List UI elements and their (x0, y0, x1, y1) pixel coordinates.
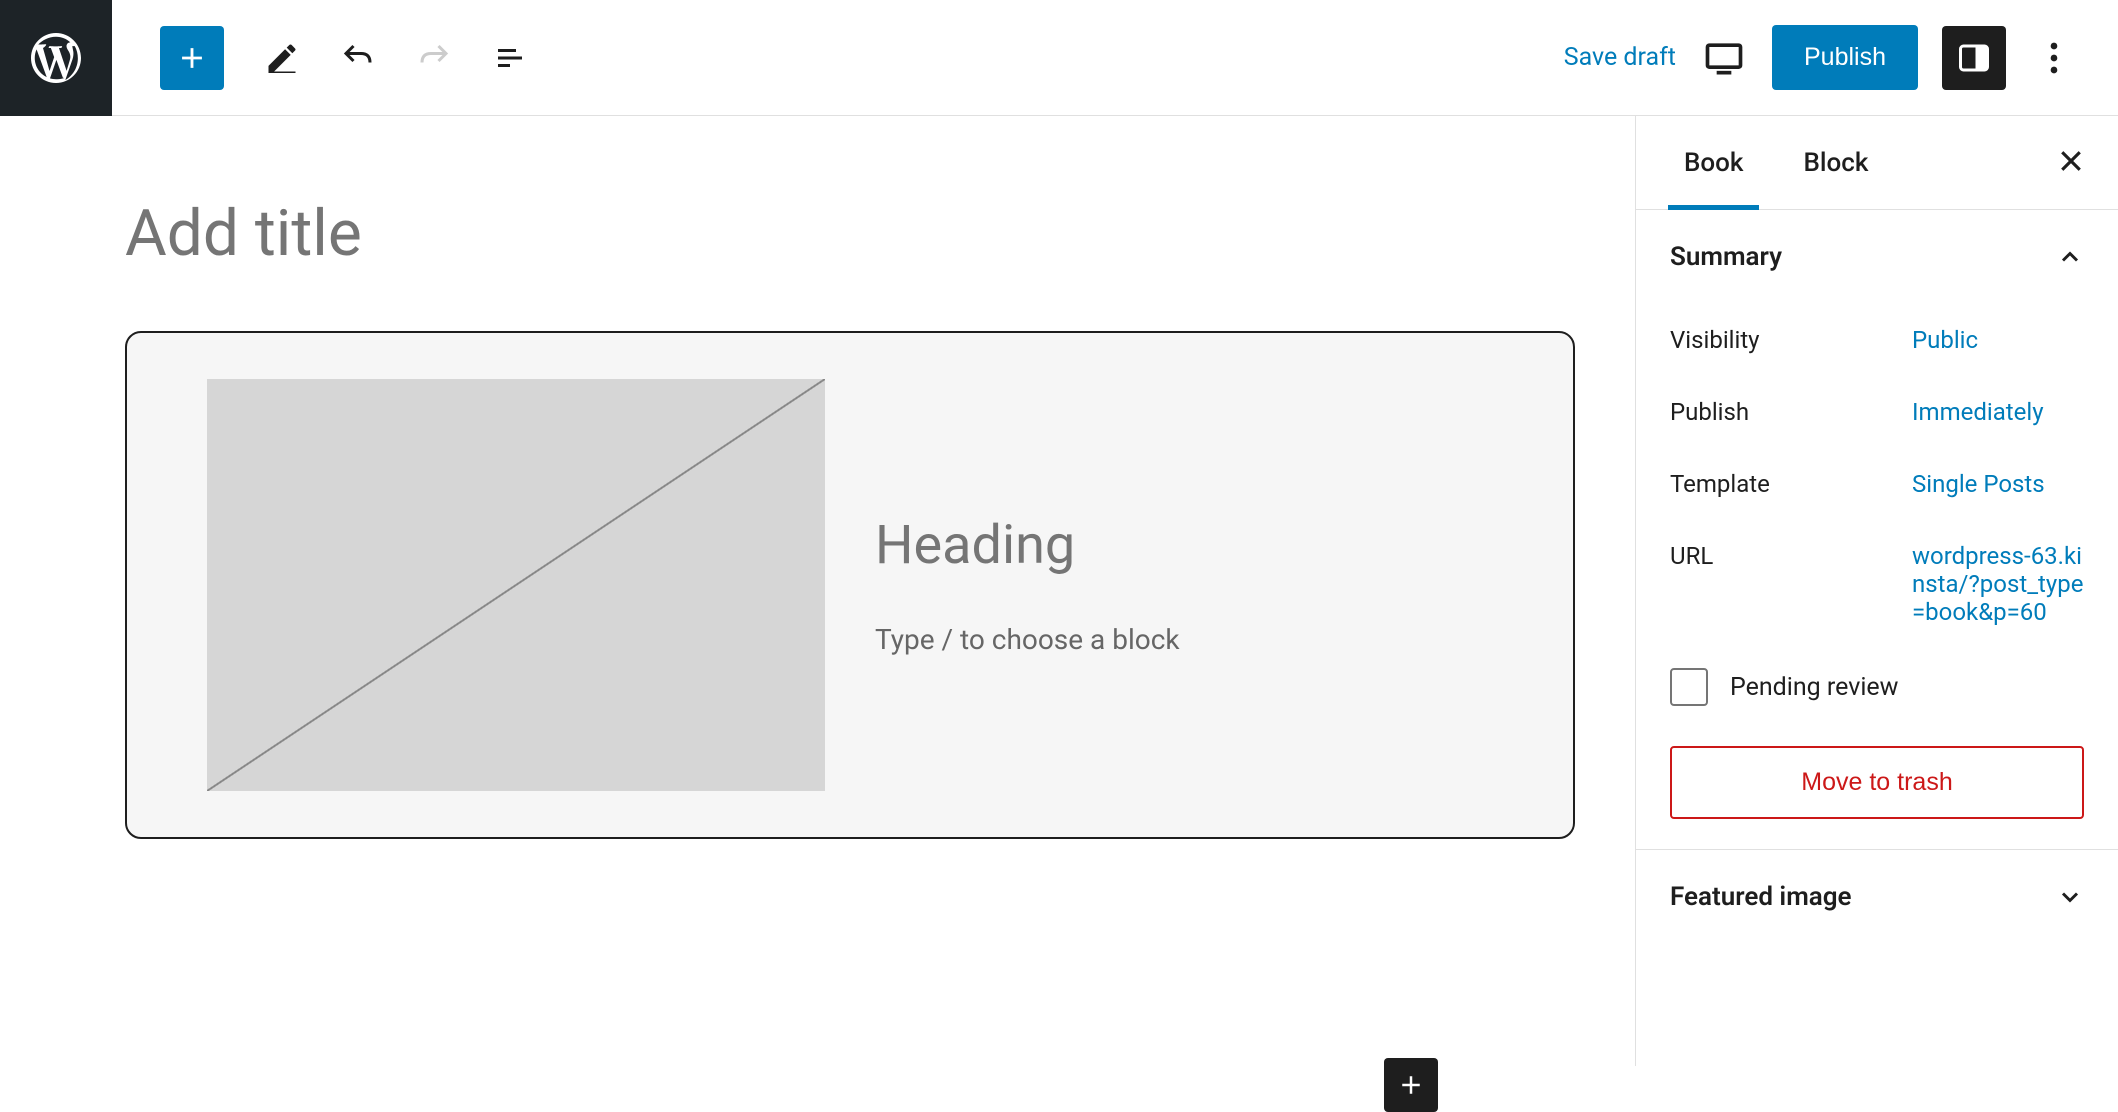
template-label: Template (1670, 470, 1912, 498)
redo-button (416, 40, 452, 76)
move-to-trash-button[interactable]: Move to trash (1670, 746, 2084, 819)
chevron-up-icon (2056, 243, 2084, 271)
close-sidebar-button[interactable] (2056, 146, 2086, 180)
post-title-input[interactable]: Add title (125, 196, 1575, 271)
pencil-icon (264, 40, 300, 76)
publish-button[interactable]: Publish (1772, 25, 1918, 90)
list-icon (492, 40, 528, 76)
kebab-icon (2050, 40, 2058, 76)
wordpress-icon (26, 28, 86, 88)
settings-toggle-button[interactable] (1942, 26, 2006, 90)
tab-book[interactable]: Book (1668, 116, 1759, 210)
url-label: URL (1670, 542, 1912, 626)
settings-sidebar: Book Block Summary Visibility Public Pub… (1635, 116, 2118, 1066)
paragraph-placeholder[interactable]: Type / to choose a block (875, 623, 1493, 656)
document-overview-button[interactable] (492, 40, 528, 76)
panel-summary-toggle[interactable]: Summary (1636, 210, 2118, 304)
visibility-value[interactable]: Public (1912, 326, 2084, 354)
panel-featured-image-label: Featured image (1670, 882, 1852, 912)
plus-icon (1396, 1070, 1426, 1100)
pending-review-checkbox[interactable] (1670, 668, 1708, 706)
undo-icon (340, 40, 376, 76)
heading-placeholder[interactable]: Heading (875, 514, 1493, 577)
wordpress-logo[interactable] (0, 0, 112, 116)
preview-button[interactable] (1700, 34, 1748, 82)
editor-canvas[interactable]: Add title Heading Type / to choose a blo… (0, 116, 1635, 1066)
plus-icon (175, 41, 209, 75)
media-text-block[interactable]: Heading Type / to choose a block (125, 331, 1575, 839)
undo-button[interactable] (340, 40, 376, 76)
tab-block[interactable]: Block (1787, 116, 1884, 210)
publish-value[interactable]: Immediately (1912, 398, 2084, 426)
publish-label: Publish (1670, 398, 1912, 426)
sidebar-icon (1956, 40, 1992, 76)
panel-summary-label: Summary (1670, 242, 1782, 272)
panel-featured-image-toggle[interactable]: Featured image (1636, 850, 2118, 944)
chevron-down-icon (2056, 883, 2084, 911)
close-icon (2056, 146, 2086, 176)
options-button[interactable] (2030, 34, 2078, 82)
template-value[interactable]: Single Posts (1912, 470, 2084, 498)
pending-review-label: Pending review (1730, 673, 1898, 702)
image-placeholder[interactable] (207, 379, 825, 791)
redo-icon (416, 40, 452, 76)
block-inserter-button[interactable] (160, 26, 224, 90)
edit-tool-button[interactable] (264, 40, 300, 76)
add-block-button[interactable] (1384, 1058, 1438, 1112)
desktop-icon (1702, 36, 1746, 80)
url-value[interactable]: wordpress-63.kinsta/?post_type=book&p=60 (1912, 542, 2084, 626)
visibility-label: Visibility (1670, 326, 1912, 354)
save-draft-button[interactable]: Save draft (1564, 43, 1676, 72)
